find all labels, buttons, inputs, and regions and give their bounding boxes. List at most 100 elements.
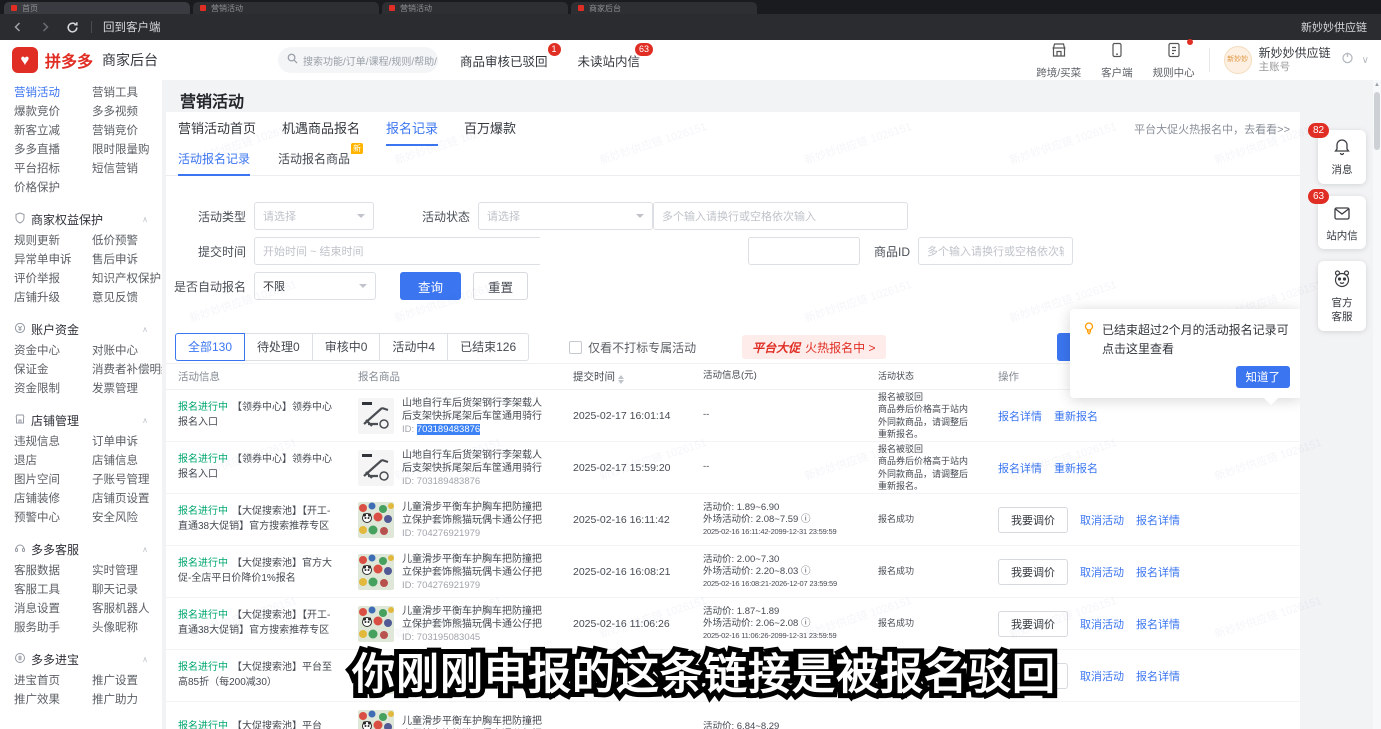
sidebar-item-保证金[interactable]: 保证金 (14, 361, 92, 380)
quick-item-客户端[interactable]: 客户端 (1101, 41, 1133, 80)
promo-link[interactable]: 平台大促火热报名中，去看看>> (1134, 121, 1290, 137)
op-link-取消活动[interactable]: 取消活动 (1080, 616, 1124, 632)
activity-name-input[interactable]: 多个输入请换行或空格依次输入 (653, 202, 908, 230)
sidebar-item-消息设置[interactable]: 消息设置 (14, 600, 92, 619)
quick-item-跨境/买菜[interactable]: 跨境/买菜 (1036, 41, 1081, 80)
browser-tab[interactable]: 营销活动 (382, 2, 568, 14)
power-icon[interactable] (1341, 51, 1354, 69)
back-icon[interactable] (10, 19, 26, 35)
auto-signup-select[interactable]: 不限 (254, 272, 376, 300)
tab-百万爆款[interactable]: 百万爆款 (464, 112, 516, 146)
op-link-取消活动[interactable]: 取消活动 (1080, 512, 1124, 528)
sidebar-item-价格保护[interactable]: 价格保护 (14, 179, 92, 198)
rail-消息[interactable]: 消息82 (1318, 130, 1366, 184)
exclusive-filter-checkbox[interactable]: 仅看不打标专属活动 (569, 339, 696, 356)
sort-icon[interactable] (618, 375, 624, 384)
sidebar-item-评价举报[interactable]: 评价举报 (14, 270, 92, 289)
sidebar-item-推广设置[interactable]: 推广设置 (92, 672, 162, 691)
sidebar-item-退店[interactable]: 退店 (14, 452, 92, 471)
status-tab-待处理0[interactable]: 待处理0 (244, 333, 313, 361)
sidebar-item-店铺升级[interactable]: 店铺升级 (14, 289, 92, 308)
status-tab-审核中0[interactable]: 审核中0 (312, 333, 381, 361)
sidebar-group-店铺管理[interactable]: 店铺管理∧ (14, 407, 162, 433)
avatar[interactable]: 新妙妙 (1224, 46, 1252, 74)
adjust-price-button[interactable]: 我要调价 (998, 611, 1068, 637)
sidebar-item-资金限制[interactable]: 资金限制 (14, 380, 92, 399)
back-to-client-link[interactable]: 回到客户端 (103, 19, 161, 35)
sidebar-item-异常单申诉[interactable]: 异常单申诉 (14, 251, 92, 270)
global-search-input[interactable]: 搜索功能/订单/课程/规则/帮助/服务 (278, 47, 438, 73)
adjust-price-button[interactable]: 我要调价 (998, 663, 1068, 689)
activity-type-select[interactable]: 请选择 (254, 202, 374, 230)
goods-id-input[interactable]: 多个输入请换行或空格依次输入 (918, 237, 1073, 265)
sidebar-item-违规信息[interactable]: 违规信息 (14, 433, 92, 452)
activity-state-select[interactable]: 请选择 (478, 202, 653, 230)
reset-button[interactable]: 重置 (473, 272, 528, 300)
status-tab-活动中4[interactable]: 活动中4 (379, 333, 448, 361)
sidebar-item-知识产权保护[interactable]: 知识产权保护 (92, 270, 162, 289)
op-link-报名详情[interactable]: 报名详情 (1136, 512, 1180, 528)
sidebar-item-多多视频[interactable]: 多多视频 (92, 103, 162, 122)
sidebar-item-平台招标[interactable]: 平台招标 (14, 160, 92, 179)
sidebar-item-预警中心[interactable]: 预警中心 (14, 509, 92, 528)
got-it-button[interactable]: 知道了 (1236, 366, 1291, 388)
op-link-报名详情[interactable]: 报名详情 (1136, 668, 1180, 684)
adjust-price-button[interactable]: 我要调价 (998, 507, 1068, 533)
sidebar-item-服务助手[interactable]: 服务助手 (14, 619, 92, 638)
sidebar-item-客服工具[interactable]: 客服工具 (14, 581, 92, 600)
header-link[interactable]: 商品审核已驳回1 (460, 51, 548, 70)
sidebar-item-营销工具[interactable]: 营销工具 (92, 84, 162, 103)
chevron-down-icon[interactable]: ∨ (1362, 55, 1369, 66)
sidebar-item-爆款竞价[interactable]: 爆款竞价 (14, 103, 92, 122)
sidebar-item-发票管理[interactable]: 发票管理 (92, 380, 162, 399)
sidebar-item-售后申诉[interactable]: 售后申诉 (92, 251, 162, 270)
sidebar-item-进宝首页[interactable]: 进宝首页 (14, 672, 92, 691)
op-link-报名详情[interactable]: 报名详情 (998, 460, 1042, 476)
sidebar-item-限时限量购[interactable]: 限时限量购 (92, 141, 162, 160)
op-link-取消活动[interactable]: 取消活动 (1080, 564, 1124, 580)
sidebar-item-安全风险[interactable]: 安全风险 (92, 509, 162, 528)
sidebar-item-实时管理[interactable]: 实时管理 (92, 562, 162, 581)
sidebar-item-消费者补偿明细[interactable]: 消费者补偿明细 (92, 361, 162, 380)
sidebar-item-聊天记录[interactable]: 聊天记录 (92, 581, 162, 600)
sidebar-item-头像昵称[interactable]: 头像昵称 (92, 619, 162, 638)
sidebar-item-规则更新[interactable]: 规则更新 (14, 232, 92, 251)
sidebar-item-订单申诉[interactable]: 订单申诉 (92, 433, 162, 452)
activity-id-input[interactable] (748, 237, 860, 265)
sidebar-group-多多进宝[interactable]: 多多进宝∧ (14, 646, 162, 672)
sidebar-item-客服数据[interactable]: 客服数据 (14, 562, 92, 581)
query-button[interactable]: 查询 (400, 272, 461, 300)
tab-报名记录[interactable]: 报名记录 (386, 112, 438, 146)
quick-item-规则中心[interactable]: 规则中心 (1153, 41, 1195, 80)
adjust-price-button[interactable]: 我要调价 (998, 559, 1068, 585)
op-link-报名详情[interactable]: 报名详情 (1136, 616, 1180, 632)
sidebar-item-对账中心[interactable]: 对账中心 (92, 342, 162, 361)
scrollbar-thumb[interactable] (1374, 92, 1380, 150)
op-link-重新报名[interactable]: 重新报名 (1054, 460, 1098, 476)
sidebar-item-图片空间[interactable]: 图片空间 (14, 471, 92, 490)
sidebar-item-低价预警[interactable]: 低价预警 (92, 232, 162, 251)
sidebar-item-店铺装修[interactable]: 店铺装修 (14, 490, 92, 509)
sidebar-group-多多客服[interactable]: 多多客服∧ (14, 536, 162, 562)
status-tab-已结束126[interactable]: 已结束126 (447, 333, 529, 361)
sidebar-item-多多直播[interactable]: 多多直播 (14, 141, 92, 160)
op-link-重新报名[interactable]: 重新报名 (1054, 408, 1098, 424)
sidebar-item-推广助力[interactable]: 推广助力 (92, 691, 162, 710)
sidebar-item-短信营销[interactable]: 短信营销 (92, 160, 162, 179)
scrollbar[interactable]: ▲ (1373, 80, 1381, 729)
account-info[interactable]: 新妙妙供应链 主账号 (1259, 46, 1331, 74)
browser-tab[interactable]: 首页 (4, 2, 190, 14)
sidebar-group-账户资金[interactable]: 账户资金∧ (14, 316, 162, 342)
hot-promo-badge[interactable]: 平台大促 火热报名中 > (742, 335, 885, 359)
sidebar-item-店铺页设置[interactable]: 店铺页设置 (92, 490, 162, 509)
browser-tab[interactable]: 商家后台 (571, 2, 757, 14)
scroll-up-icon[interactable]: ▲ (1374, 82, 1380, 88)
sidebar-item-新客立减[interactable]: 新客立减 (14, 122, 92, 141)
sidebar-item-店铺信息[interactable]: 店铺信息 (92, 452, 162, 471)
sidebar-item-资金中心[interactable]: 资金中心 (14, 342, 92, 361)
sidebar-item-营销活动[interactable]: 营销活动 (14, 84, 92, 103)
sidebar-item-意见反馈[interactable]: 意见反馈 (92, 289, 162, 308)
sidebar-group-商家权益保护[interactable]: 商家权益保护∧ (14, 206, 162, 232)
pinduoduo-logo-icon[interactable]: ♥ (12, 47, 38, 73)
rail-站内信[interactable]: 站内信63 (1318, 196, 1366, 250)
